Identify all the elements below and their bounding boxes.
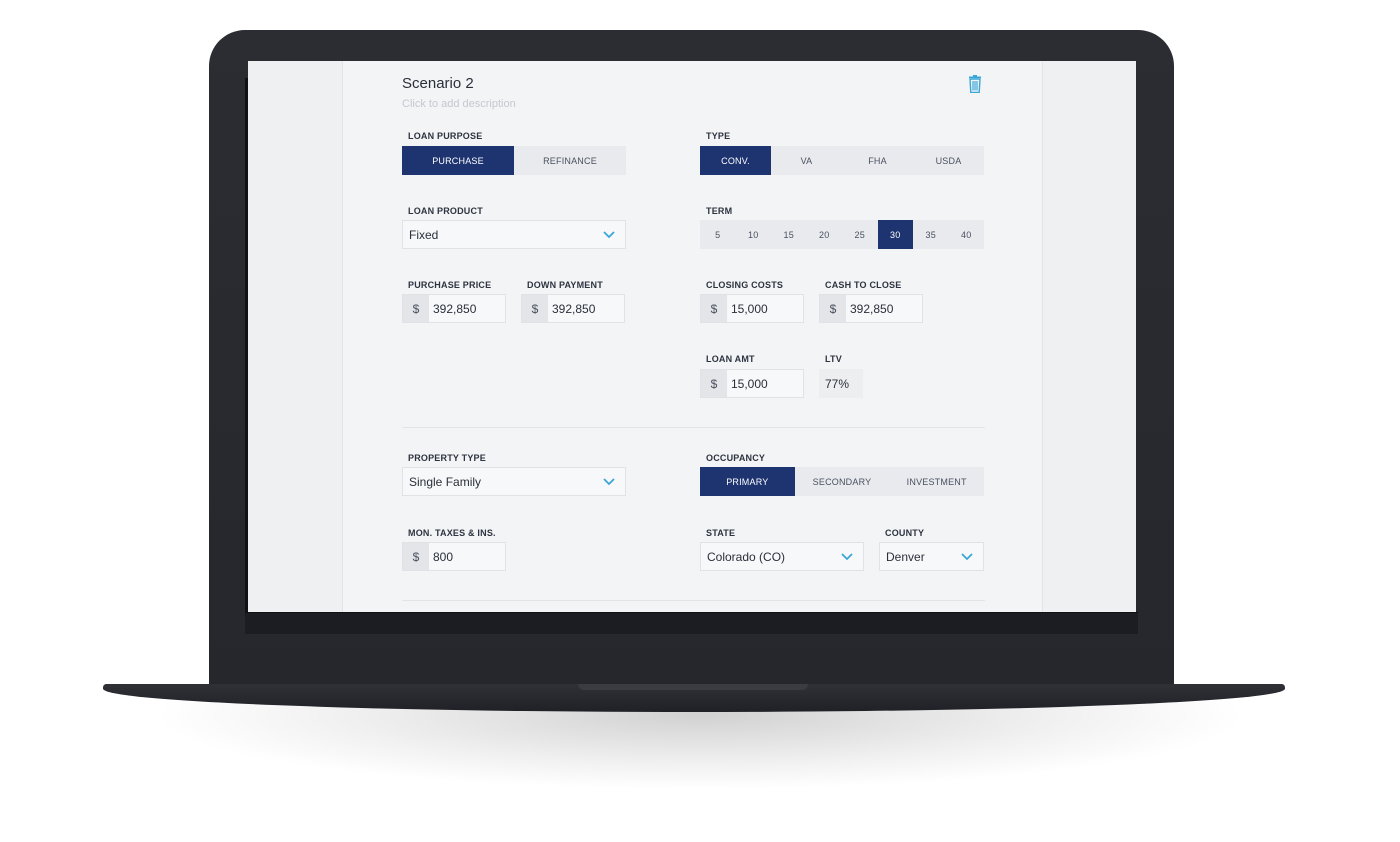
type-usda[interactable]: USDA [913, 146, 984, 175]
closing-costs-label: CLOSING COSTS [706, 280, 784, 290]
currency-symbol: $ [820, 295, 846, 322]
ltv-value: 77% [819, 369, 863, 398]
screen: Scenario 2 Click to add description LOAN… [248, 61, 1136, 612]
loan-purpose-refinance[interactable]: REFINANCE [514, 146, 626, 175]
loan-purpose-toggle: PURCHASE REFINANCE [402, 146, 626, 175]
state-select[interactable]: Colorado (CO) [700, 542, 864, 571]
property-type-value: Single Family [409, 474, 482, 489]
term-15[interactable]: 15 [771, 220, 807, 249]
mon-taxes-value[interactable]: 800 [429, 543, 505, 570]
loan-product-label: LOAN PRODUCT [408, 206, 483, 216]
occupancy-investment[interactable]: INVESTMENT [889, 467, 984, 496]
term-20[interactable]: 20 [807, 220, 843, 249]
currency-symbol: $ [701, 370, 727, 397]
purchase-price-label: PURCHASE PRICE [408, 280, 492, 290]
chevron-down-icon [603, 231, 615, 239]
chevron-down-icon [603, 478, 615, 486]
scenario-card: Scenario 2 Click to add description LOAN… [342, 61, 1043, 612]
term-label: TERM [706, 206, 733, 216]
type-label: TYPE [706, 131, 731, 141]
term-5[interactable]: 5 [700, 220, 736, 249]
occupancy-primary[interactable]: PRIMARY [700, 467, 795, 496]
currency-symbol: $ [522, 295, 548, 322]
occupancy-secondary[interactable]: SECONDARY [795, 467, 890, 496]
occupancy-label: OCCUPANCY [706, 453, 766, 463]
scenario-description[interactable]: Click to add description [402, 98, 516, 110]
term-toggle: 5 10 15 20 25 30 35 40 [700, 220, 984, 249]
term-30[interactable]: 30 [877, 220, 913, 249]
term-10[interactable]: 10 [736, 220, 772, 249]
closing-costs-field[interactable]: $ 15,000 [700, 294, 804, 323]
cash-to-close-label: CASH TO CLOSE [825, 280, 902, 290]
chevron-down-icon [841, 553, 853, 561]
scenario-title[interactable]: Scenario 2 [402, 75, 474, 92]
type-conv[interactable]: CONV. [700, 146, 771, 175]
closing-costs-value[interactable]: 15,000 [727, 295, 803, 322]
loan-purpose-purchase[interactable]: PURCHASE [402, 146, 514, 175]
chevron-down-icon [961, 553, 973, 561]
loan-type-toggle: CONV. VA FHA USDA [700, 146, 984, 175]
purchase-price-field[interactable]: $ 392,850 [402, 294, 506, 323]
laptop-notch [578, 684, 808, 690]
down-payment-value[interactable]: 392,850 [548, 295, 624, 322]
loan-product-select[interactable]: Fixed [402, 220, 626, 249]
loan-purpose-label: LOAN PURPOSE [408, 131, 483, 141]
type-fha[interactable]: FHA [842, 146, 913, 175]
loan-amt-label: LOAN AMT [706, 354, 755, 364]
cash-to-close-field[interactable]: $ 392,850 [819, 294, 923, 323]
ltv-label: LTV [825, 354, 842, 364]
county-select[interactable]: Denver [879, 542, 984, 571]
loan-amt-field[interactable]: $ 15,000 [700, 369, 804, 398]
currency-symbol: $ [701, 295, 727, 322]
loan-amt-value[interactable]: 15,000 [727, 370, 803, 397]
section-divider [402, 600, 985, 601]
county-value: Denver [886, 549, 925, 564]
screen-bezel [245, 612, 1138, 634]
mon-taxes-label: MON. TAXES & INS. [408, 528, 496, 538]
term-25[interactable]: 25 [842, 220, 878, 249]
down-payment-label: DOWN PAYMENT [527, 280, 603, 290]
trash-icon[interactable] [967, 75, 983, 93]
term-35[interactable]: 35 [913, 220, 949, 249]
property-type-select[interactable]: Single Family [402, 467, 626, 496]
mon-taxes-field[interactable]: $ 800 [402, 542, 506, 571]
property-type-label: PROPERTY TYPE [408, 453, 486, 463]
state-label: STATE [706, 528, 736, 538]
state-value: Colorado (CO) [707, 549, 786, 564]
section-divider [402, 427, 985, 428]
term-40[interactable]: 40 [949, 220, 985, 249]
type-va[interactable]: VA [771, 146, 842, 175]
occupancy-toggle: PRIMARY SECONDARY INVESTMENT [700, 467, 984, 496]
currency-symbol: $ [403, 295, 429, 322]
cash-to-close-value[interactable]: 392,850 [846, 295, 922, 322]
currency-symbol: $ [403, 543, 429, 570]
purchase-price-value[interactable]: 392,850 [429, 295, 505, 322]
down-payment-field[interactable]: $ 392,850 [521, 294, 625, 323]
loan-product-value: Fixed [409, 227, 439, 242]
county-label: COUNTY [885, 528, 925, 538]
